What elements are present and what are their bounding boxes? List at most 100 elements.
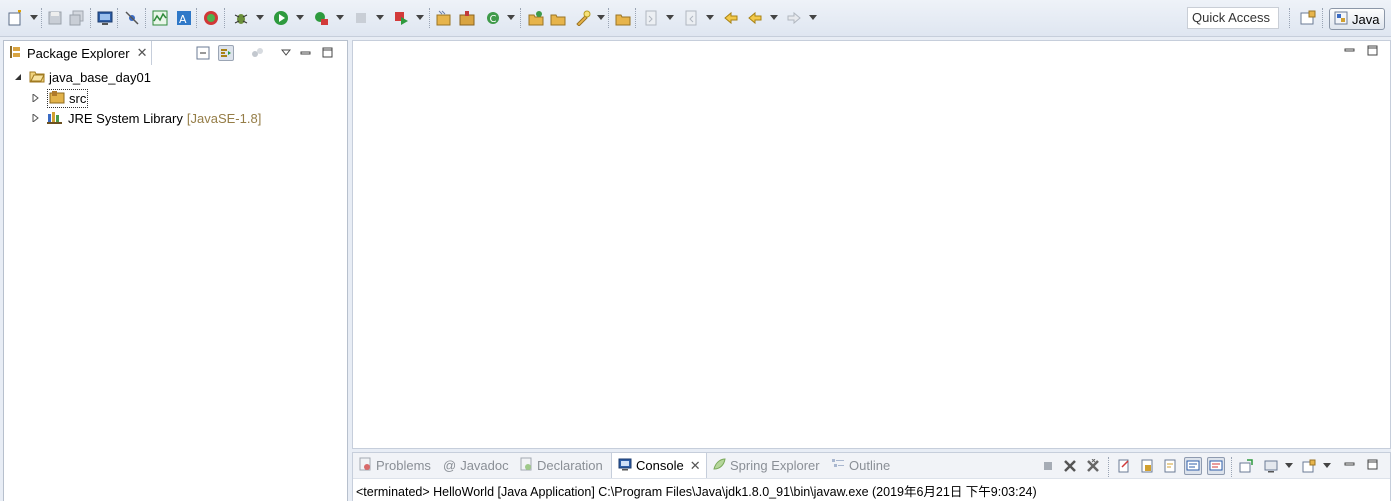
- open-console-icon[interactable]: [1300, 457, 1318, 475]
- toolbar-separator: [1289, 8, 1291, 28]
- toolbar-separator: [196, 8, 198, 28]
- last-edit-location-icon[interactable]: [722, 9, 740, 27]
- coverage-icon[interactable]: [312, 9, 330, 27]
- new-wizard-icon[interactable]: [6, 9, 24, 27]
- bottom-panel: Problems @ Javadoc Declaration Console ✕: [352, 452, 1391, 501]
- open-task-icon[interactable]: [549, 9, 567, 27]
- toolbar-separator: [224, 8, 226, 28]
- focus-task-icon[interactable]: [249, 45, 265, 61]
- new-dropdown-icon[interactable]: [30, 15, 38, 20]
- stop-dropdown-icon[interactable]: [376, 15, 384, 20]
- tree-row-src[interactable]: src: [31, 88, 89, 108]
- debug-dropdown-icon[interactable]: [256, 15, 264, 20]
- back-dropdown-icon[interactable]: [770, 15, 778, 20]
- close-icon[interactable]: ✕: [137, 45, 148, 61]
- next-annotation-dropdown-icon[interactable]: [666, 15, 674, 20]
- save-icon[interactable]: [46, 9, 64, 27]
- back-arrow-icon[interactable]: [746, 9, 764, 27]
- forward-dropdown-icon[interactable]: [809, 15, 817, 20]
- eclipse-window: A C Quick Access Java Package Explorer ✕…: [0, 0, 1391, 501]
- previous-annotation-dropdown-icon[interactable]: [706, 15, 714, 20]
- jre-version-decoration: [JavaSE-1.8]: [186, 110, 262, 126]
- next-annotation-icon[interactable]: [642, 9, 660, 27]
- tree-row-project[interactable]: java_base_day01: [13, 67, 151, 87]
- toolbar-separator: [90, 8, 92, 28]
- skip-breakpoints-icon[interactable]: [123, 9, 141, 27]
- console-monitor-icon[interactable]: [96, 9, 114, 27]
- new-class-dropdown-icon[interactable]: [507, 15, 515, 20]
- open-perspective-button-icon[interactable]: [1299, 9, 1317, 27]
- terminate-icon[interactable]: [1039, 457, 1057, 475]
- java-perspective-button[interactable]: Java: [1329, 8, 1385, 30]
- save-all-icon[interactable]: [68, 9, 86, 27]
- editor-area[interactable]: [352, 40, 1391, 449]
- new-class-icon[interactable]: C: [484, 9, 502, 27]
- toolbar-separator: [520, 8, 522, 28]
- toolbar-separator: [145, 8, 147, 28]
- stop-icon[interactable]: [352, 9, 370, 27]
- tab-package-explorer[interactable]: Package Explorer ✕: [4, 41, 152, 65]
- maximize-icon[interactable]: [320, 45, 336, 61]
- tab-console[interactable]: Console ✕: [611, 453, 707, 478]
- remove-launch-icon[interactable]: [1061, 457, 1079, 475]
- view-menu-chevron-down-icon[interactable]: [278, 45, 294, 61]
- show-console-on-error-icon[interactable]: [1207, 457, 1225, 475]
- debug-icon[interactable]: [232, 9, 250, 27]
- toolbar-separator: [41, 8, 43, 28]
- run-icon[interactable]: [272, 9, 290, 27]
- tab-javadoc[interactable]: @ Javadoc: [443, 453, 509, 478]
- collapsed-triangle-icon[interactable]: [31, 93, 41, 103]
- java-perspective-label: Java: [1352, 11, 1380, 27]
- word-wrap-icon[interactable]: [1161, 457, 1179, 475]
- search-flashlight-icon[interactable]: [574, 9, 592, 27]
- monitor-chart-icon[interactable]: [151, 9, 169, 27]
- tab-outline-label: Outline: [849, 458, 891, 473]
- show-console-on-output-icon[interactable]: [1184, 457, 1202, 475]
- clear-console-icon[interactable]: [1115, 457, 1133, 475]
- outline-icon: [831, 457, 845, 474]
- quick-access-field[interactable]: Quick Access: [1187, 7, 1279, 29]
- collapse-all-icon[interactable]: [195, 45, 211, 61]
- display-console-dropdown-icon[interactable]: [1285, 463, 1293, 468]
- scroll-lock-icon[interactable]: [1138, 457, 1156, 475]
- previous-annotation-icon[interactable]: [682, 9, 700, 27]
- external-tools-icon[interactable]: [392, 9, 410, 27]
- tab-declaration[interactable]: Declaration: [519, 453, 603, 478]
- open-folder-icon[interactable]: [614, 9, 632, 27]
- open-console-dropdown-icon[interactable]: [1323, 463, 1331, 468]
- console-minimize-icon[interactable]: [1344, 459, 1356, 469]
- text-style-icon[interactable]: A: [175, 9, 193, 27]
- console-maximize-icon[interactable]: [1367, 459, 1379, 470]
- expanded-triangle-icon[interactable]: [13, 72, 23, 82]
- console-output: <terminated> HelloWorld [Java Applicatio…: [356, 485, 1037, 499]
- tab-problems[interactable]: Problems: [358, 453, 431, 478]
- run-dropdown-icon[interactable]: [296, 15, 304, 20]
- new-package-icon[interactable]: [458, 9, 476, 27]
- editor-maximize-icon[interactable]: [1367, 45, 1379, 56]
- javadoc-icon: @: [443, 458, 457, 473]
- tab-spring-explorer[interactable]: Spring Explorer: [712, 453, 820, 478]
- source-folder-icon: [49, 90, 65, 107]
- collapsed-triangle-icon[interactable]: [31, 113, 41, 123]
- package-explorer-tabbar: Package Explorer ✕: [4, 41, 347, 65]
- open-type-icon[interactable]: [527, 9, 545, 27]
- remove-all-terminated-icon[interactable]: [1084, 457, 1102, 475]
- console-icon: [618, 457, 632, 474]
- forward-arrow-icon[interactable]: [785, 9, 803, 27]
- open-perspective-icon[interactable]: [202, 9, 220, 27]
- coverage-dropdown-icon[interactable]: [336, 15, 344, 20]
- external-tools-dropdown-icon[interactable]: [416, 15, 424, 20]
- minimize-icon[interactable]: [298, 45, 314, 61]
- editor-minimize-icon[interactable]: [1344, 45, 1356, 55]
- console-close-icon[interactable]: ✕: [690, 458, 701, 474]
- new-java-project-icon[interactable]: [435, 9, 453, 27]
- link-with-editor-icon[interactable]: [218, 45, 234, 61]
- tree-row-jre-library[interactable]: JRE System Library [JavaSE-1.8]: [31, 108, 261, 128]
- library-books-icon: [47, 110, 63, 127]
- display-selected-console-icon[interactable]: [1262, 457, 1280, 475]
- tab-outline[interactable]: Outline: [831, 453, 890, 478]
- search-dropdown-icon[interactable]: [597, 15, 605, 20]
- toolbar-separator: [608, 8, 610, 28]
- pin-console-icon[interactable]: [1237, 457, 1255, 475]
- bottom-tabbar: Problems @ Javadoc Declaration Console ✕: [353, 453, 1390, 479]
